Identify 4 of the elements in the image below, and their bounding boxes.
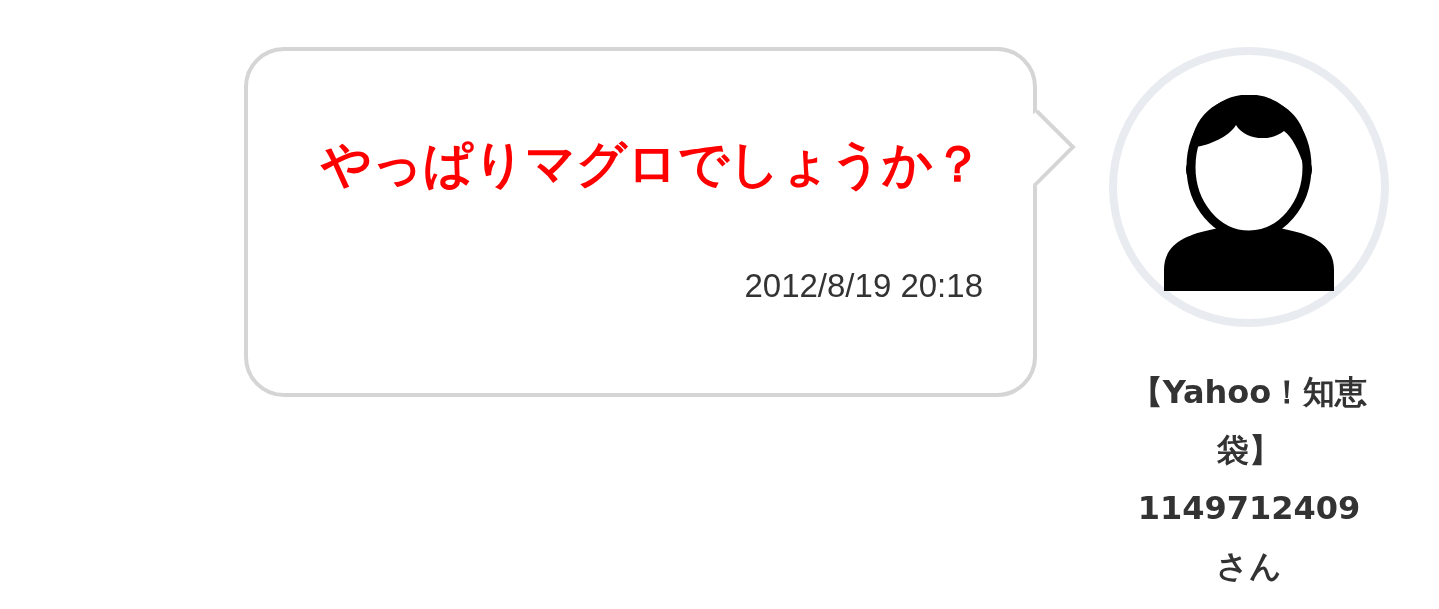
person-icon xyxy=(1164,95,1334,291)
author-name: 【Yahoo！知恵袋】1149712409さん xyxy=(1129,372,1369,587)
message-text: やっぱりマグロでしょうか？ xyxy=(321,134,983,195)
message-timestamp: 2012/8/19 20:18 xyxy=(744,267,983,305)
